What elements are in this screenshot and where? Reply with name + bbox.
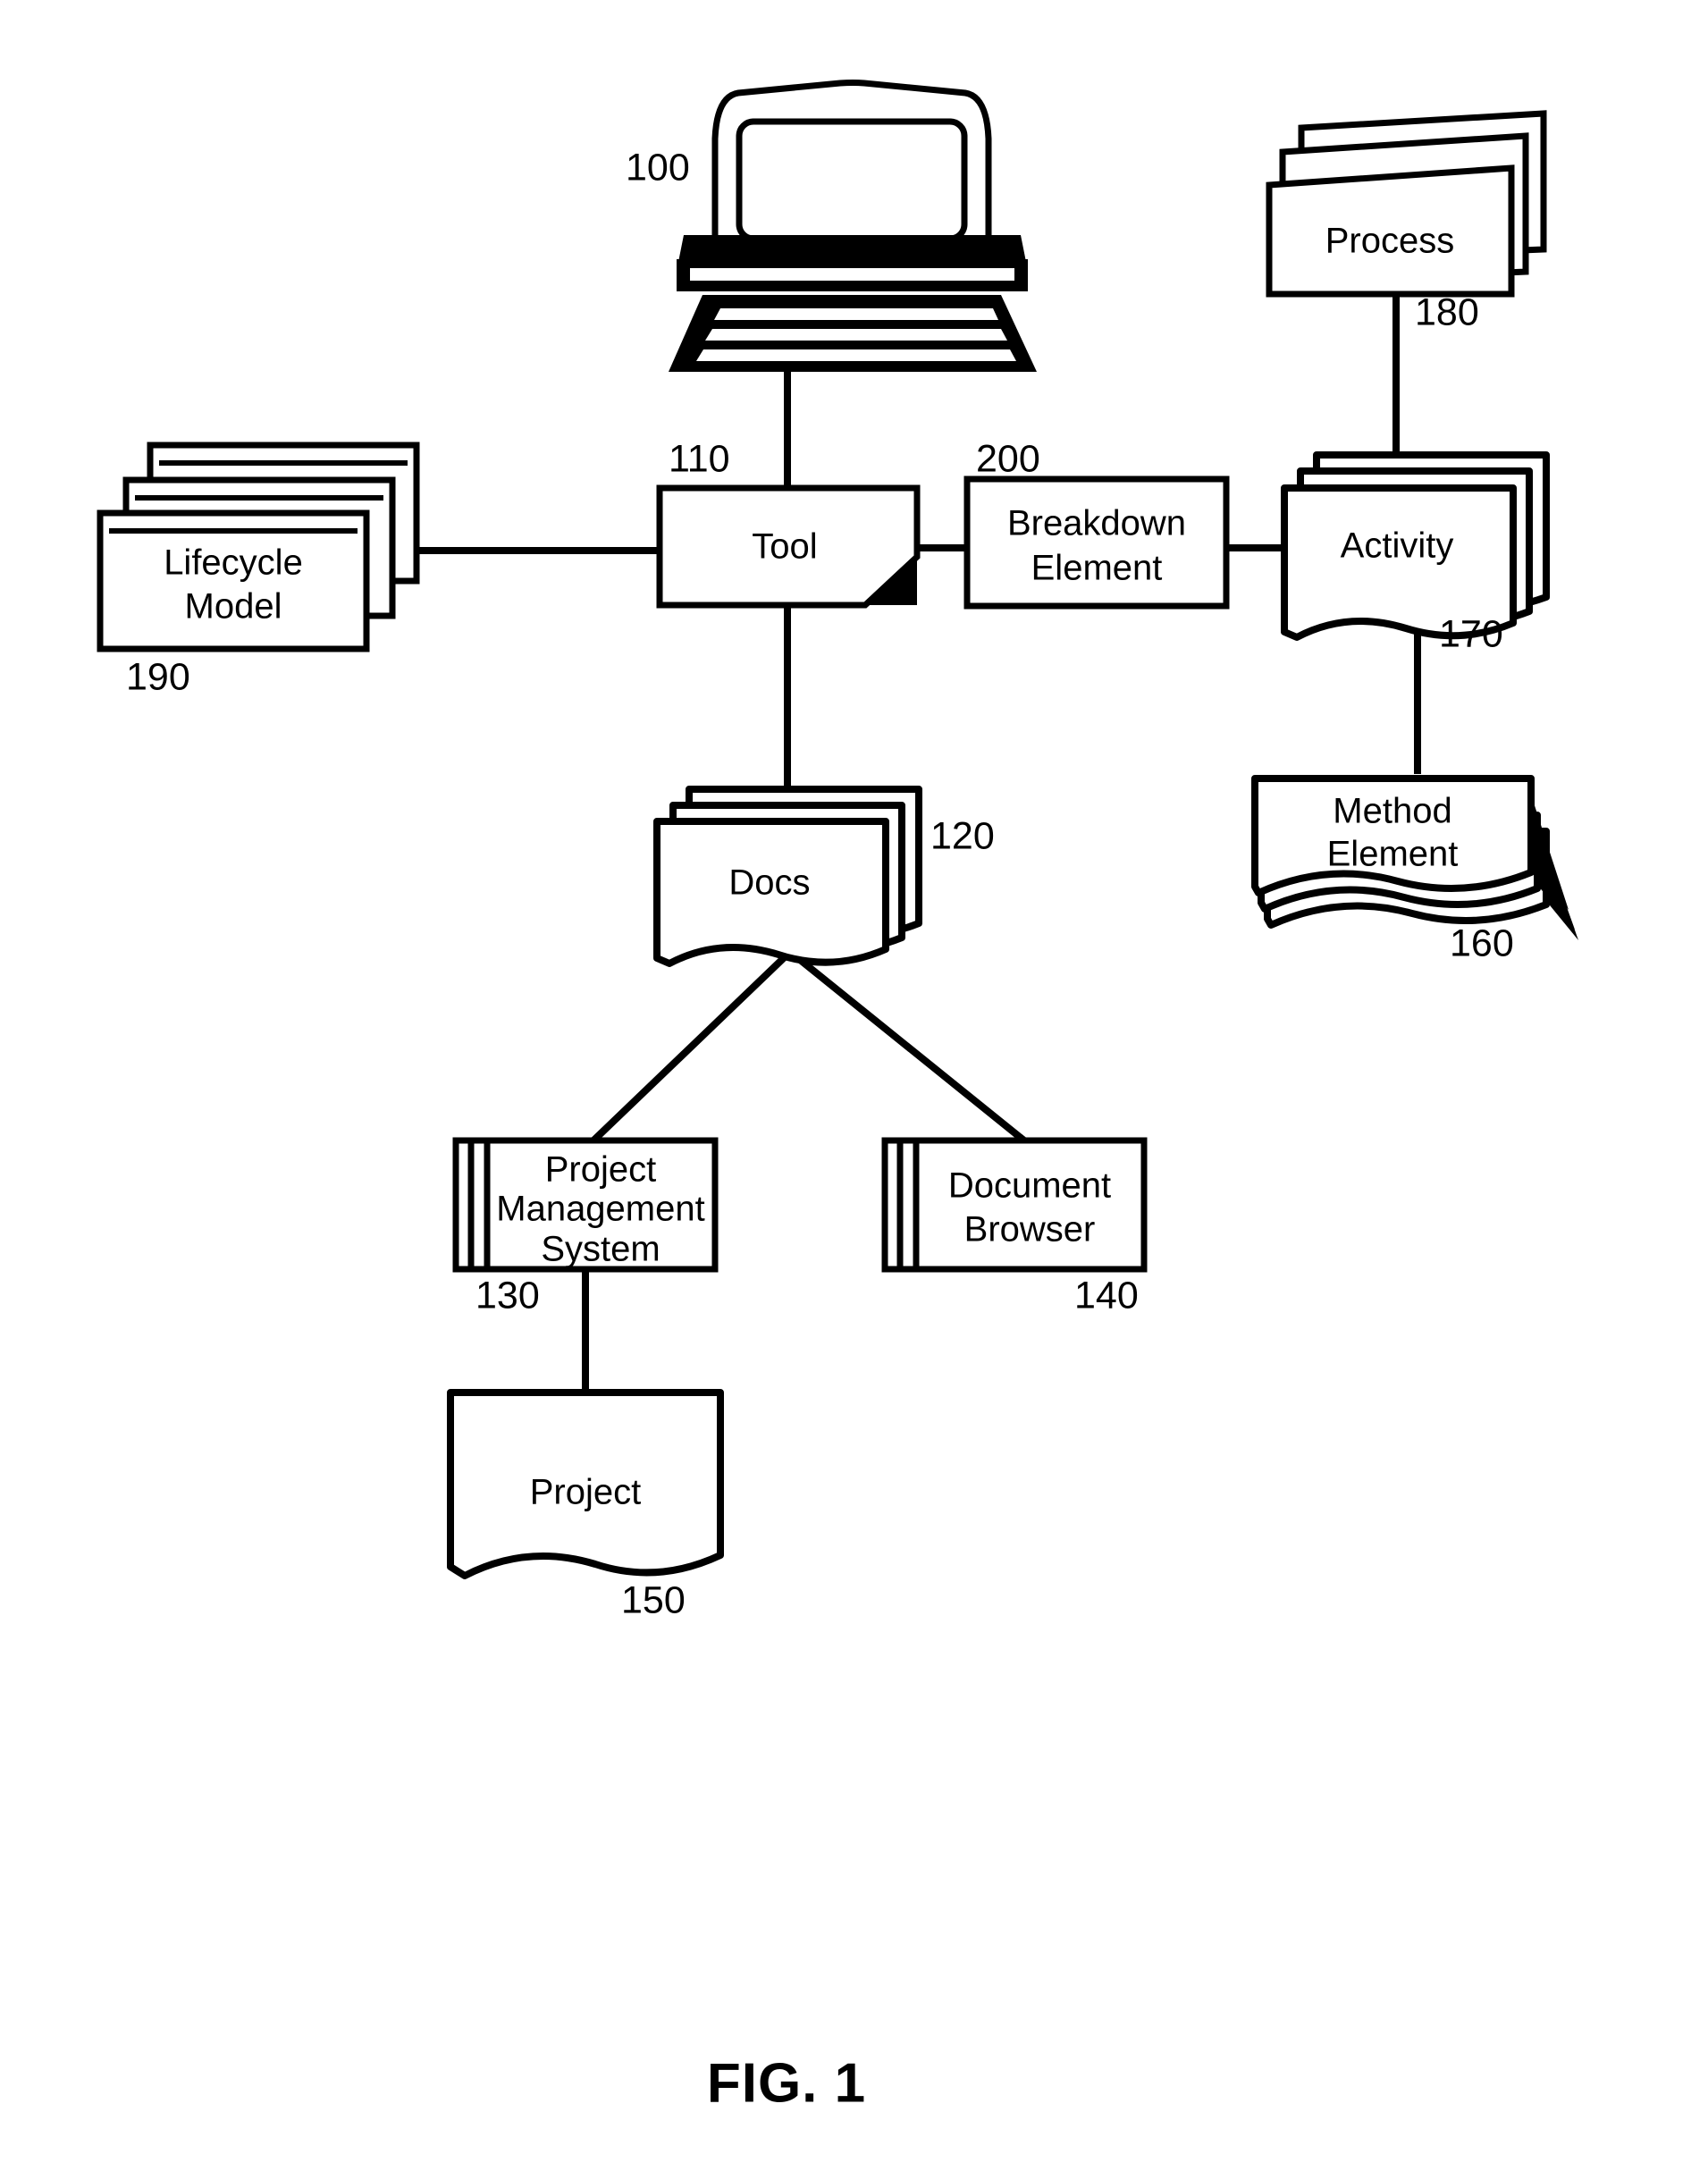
ref-150: 150 — [621, 1578, 686, 1621]
method-label-line2: Element — [1327, 835, 1459, 874]
edge-docs-pms — [590, 949, 793, 1144]
lifecycle-label-line1: Lifecycle — [164, 543, 303, 583]
pms-label-line2: Management — [496, 1190, 704, 1229]
tool-node: Tool — [656, 484, 921, 609]
ref-200: 200 — [976, 437, 1040, 480]
monitor-screen-glass — [736, 118, 968, 242]
method-element-node: Method Element — [1251, 775, 1578, 940]
ref-190: 190 — [126, 655, 190, 698]
process-label: Process — [1325, 222, 1455, 261]
method-label-line1: Method — [1333, 792, 1451, 831]
ref-110: 110 — [669, 437, 730, 480]
ref-170: 170 — [1439, 612, 1503, 655]
project-label: Project — [530, 1473, 642, 1512]
pms-node: Project Management System — [452, 1137, 719, 1273]
figure-canvas: 100 Lifecycle Model 190 Tool 110 Breakdo… — [97, 80, 1578, 2114]
figure-caption: FIG. 1 — [707, 2052, 866, 2114]
browser-label-line1: Document — [948, 1166, 1111, 1206]
keyboard-row-2 — [705, 329, 1007, 341]
project-node: Project — [447, 1389, 724, 1579]
ref-180: 180 — [1415, 290, 1479, 333]
document-browser-node: Document Browser — [881, 1137, 1148, 1273]
pms-label-line3: System — [541, 1230, 660, 1269]
docs-node: Docs — [653, 786, 922, 967]
ref-130: 130 — [475, 1274, 540, 1317]
ref-140: 140 — [1074, 1274, 1139, 1317]
computer-icon — [669, 80, 1037, 372]
ref-120: 120 — [930, 814, 995, 857]
process-node: Process — [1266, 110, 1547, 298]
figure-page: 100 Lifecycle Model 190 Tool 110 Breakdo… — [0, 0, 1708, 2171]
ref-100: 100 — [626, 146, 690, 189]
breakdown-label-line2: Element — [1031, 549, 1163, 588]
monitor-base-slot — [690, 268, 1014, 281]
tool-label: Tool — [752, 527, 817, 567]
browser-label-line2: Browser — [964, 1210, 1096, 1250]
pms-label-line1: Project — [545, 1150, 657, 1190]
ref-160: 160 — [1450, 921, 1514, 964]
lifecycle-label-line2: Model — [185, 587, 282, 627]
lifecycle-model-node: Lifecycle Model — [97, 442, 420, 652]
activity-node: Activity — [1281, 451, 1550, 641]
edge-docs-browser — [787, 948, 1028, 1145]
keyboard-row-1 — [714, 308, 998, 320]
keyboard-row-3 — [696, 349, 1016, 361]
breakdown-label-line1: Breakdown — [1007, 504, 1186, 543]
activity-label: Activity — [1341, 526, 1454, 566]
breakdown-element-node: Breakdown Element — [963, 475, 1230, 610]
docs-label: Docs — [728, 863, 810, 903]
